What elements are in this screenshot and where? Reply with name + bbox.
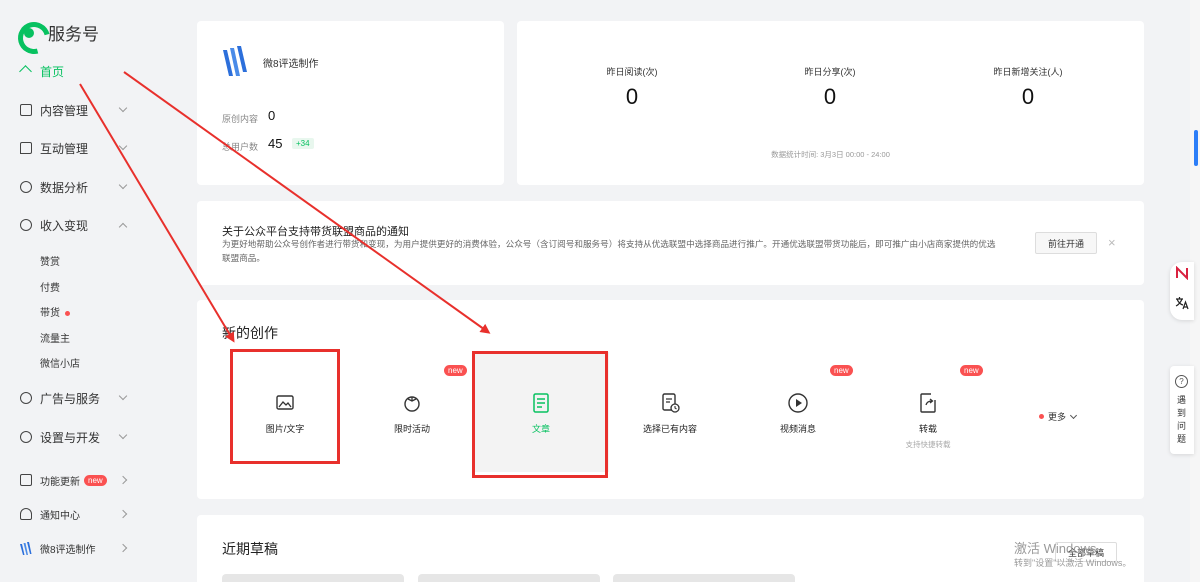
activation-watermark-subtitle: 转到"设置"以激活 Windows。 bbox=[1014, 558, 1132, 568]
activation-watermark-title: 激活 Windows bbox=[1014, 541, 1097, 556]
annotation-arrow-to-image-text bbox=[79, 83, 235, 343]
annotation-arrow-to-article bbox=[123, 71, 491, 334]
annotation-arrows bbox=[79, 71, 491, 343]
